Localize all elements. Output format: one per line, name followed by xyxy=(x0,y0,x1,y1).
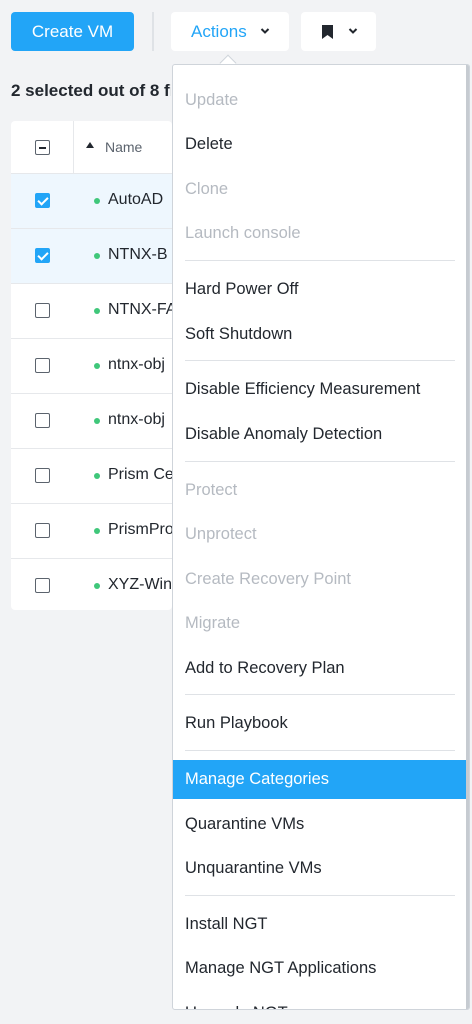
menu-divider xyxy=(185,895,455,896)
table-row[interactable]: NTNX-FA xyxy=(11,284,172,339)
menu-item-run-playbook[interactable]: Run Playbook xyxy=(173,704,467,743)
menu-scrollbar[interactable] xyxy=(466,65,469,1009)
status-dot-icon xyxy=(94,418,100,424)
actions-dropdown-button[interactable]: Actions xyxy=(171,12,289,51)
row-checkbox[interactable] xyxy=(35,248,50,263)
column-divider xyxy=(73,121,74,174)
table-row[interactable]: NTNX-B xyxy=(11,229,172,284)
row-checkbox[interactable] xyxy=(35,468,50,483)
table-row[interactable]: ntnx-obj xyxy=(11,394,172,449)
selection-summary: 2 selected out of 8 fi xyxy=(11,81,171,100)
vm-name-link[interactable]: NTNX-B xyxy=(108,246,168,264)
menu-item-update: Update xyxy=(185,91,239,109)
status-dot-icon xyxy=(94,198,100,204)
menu-item-disable-efficiency-measurement[interactable]: Disable Efficiency Measurement xyxy=(173,370,467,409)
row-checkbox[interactable] xyxy=(35,193,50,208)
menu-item-migrate: Migrate xyxy=(185,614,241,632)
menu-divider xyxy=(185,694,455,695)
vm-table: Name AutoAD NTNX-B NTNX-FA ntnx-obj ntnx… xyxy=(11,121,172,610)
menu-item-install-ngt[interactable]: Install NGT xyxy=(173,905,467,944)
menu-divider xyxy=(185,360,455,361)
table-row[interactable]: AutoAD xyxy=(11,174,172,229)
menu-item-manage-categories[interactable]: Manage Categories xyxy=(173,760,467,799)
status-dot-icon xyxy=(94,473,100,479)
row-checkbox[interactable] xyxy=(35,523,50,538)
menu-item-clone: Clone xyxy=(185,180,229,198)
menu-item-launch-console: Launch console xyxy=(185,224,301,242)
vm-name-link[interactable]: NTNX-FA xyxy=(108,301,172,319)
select-all-checkbox[interactable] xyxy=(35,140,50,155)
table-row[interactable]: XYZ-Win xyxy=(11,559,172,610)
menu-item-unquarantine-vms[interactable]: Unquarantine VMs xyxy=(173,849,467,888)
menu-item-add-to-recovery-plan[interactable]: Add to Recovery Plan xyxy=(173,649,467,688)
menu-item-upgrade-ngt[interactable]: Upgrade NGT xyxy=(173,994,467,1009)
table-header: Name xyxy=(11,121,172,174)
menu-item-protect: Protect xyxy=(185,481,238,499)
status-dot-icon xyxy=(94,528,100,534)
vm-name-link[interactable]: PrismPro xyxy=(108,521,172,539)
row-checkbox[interactable] xyxy=(35,413,50,428)
actions-label: Actions xyxy=(191,21,247,41)
menu-divider xyxy=(185,750,455,751)
menu-item-unprotect: Unprotect xyxy=(185,525,257,543)
create-vm-button[interactable]: Create VM xyxy=(11,12,134,51)
menu-divider xyxy=(185,461,455,462)
status-dot-icon xyxy=(94,253,100,259)
menu-divider xyxy=(185,260,455,261)
toolbar-divider xyxy=(152,12,154,51)
menu-item-hard-power-off[interactable]: Hard Power Off xyxy=(173,270,467,309)
status-dot-icon xyxy=(94,583,100,589)
vm-name-link[interactable]: ntnx-obj xyxy=(108,356,165,374)
status-dot-icon xyxy=(94,308,100,314)
menu-item-delete[interactable]: Delete xyxy=(173,125,467,164)
menu-item-quarantine-vms[interactable]: Quarantine VMs xyxy=(173,805,467,844)
vm-name-link[interactable]: XYZ-Win xyxy=(108,576,172,594)
menu-item-manage-ngt-applications[interactable]: Manage NGT Applications xyxy=(173,949,467,988)
bookmark-dropdown-button[interactable] xyxy=(301,12,376,51)
menu-item-disable-anomaly-detection[interactable]: Disable Anomaly Detection xyxy=(173,415,467,454)
bookmark-icon xyxy=(322,25,333,39)
menu-item-soft-shutdown[interactable]: Soft Shutdown xyxy=(173,315,467,354)
row-checkbox[interactable] xyxy=(35,303,50,318)
table-row[interactable]: ntnx-obj xyxy=(11,339,172,394)
column-header-name[interactable]: Name xyxy=(105,139,142,155)
table-row[interactable]: Prism Ce xyxy=(11,449,172,504)
vm-name-link[interactable]: Prism Ce xyxy=(108,466,172,484)
vm-name-link[interactable]: AutoAD xyxy=(108,191,163,209)
chevron-down-icon xyxy=(348,28,358,34)
chevron-down-icon xyxy=(260,28,270,34)
actions-menu: Update Delete Clone Launch console Hard … xyxy=(172,64,470,1010)
table-row[interactable]: PrismPro xyxy=(11,504,172,559)
menu-item-create-recovery-point: Create Recovery Point xyxy=(185,570,351,588)
sort-ascending-icon[interactable] xyxy=(86,142,94,148)
status-dot-icon xyxy=(94,363,100,369)
vm-name-link[interactable]: ntnx-obj xyxy=(108,411,165,429)
row-checkbox[interactable] xyxy=(35,358,50,373)
row-checkbox[interactable] xyxy=(35,578,50,593)
